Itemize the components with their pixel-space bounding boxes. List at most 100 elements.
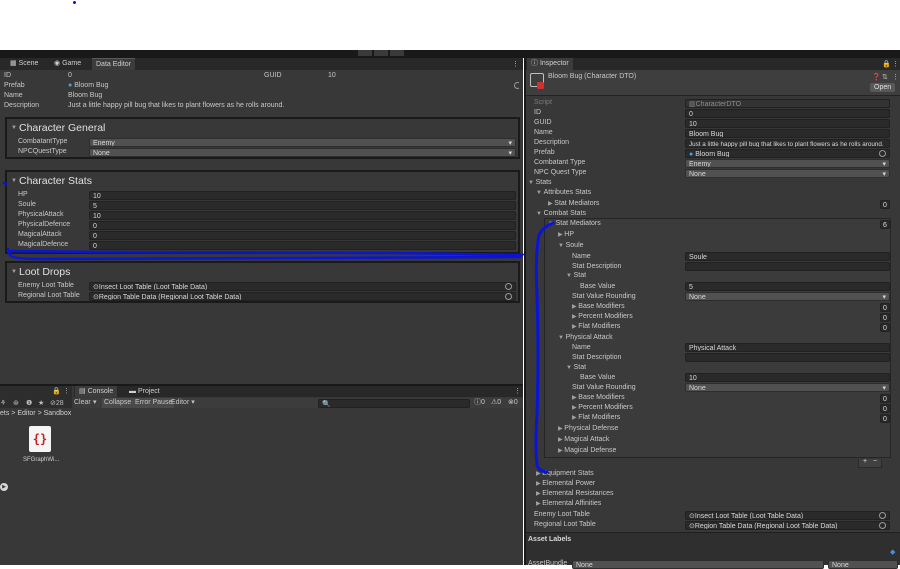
tab-data-editor[interactable]: Data Editor	[92, 58, 136, 70]
physattack-name-field[interactable]: Physical Attack	[685, 343, 890, 352]
soule-rounding-dropdown[interactable]: None ▾	[685, 292, 890, 301]
physattack-flat-modifiers-foldout[interactable]: ▶ Flat Modifiers	[572, 413, 620, 423]
physattack-base-value-field[interactable]: 10	[685, 373, 890, 382]
elemental-resistances-foldout[interactable]: ▶ Elemental Resistances	[536, 489, 613, 499]
console-search-input[interactable]: 🔍	[318, 399, 470, 408]
description-field[interactable]: Just a little happy pill bug that likes …	[685, 139, 890, 148]
tab-game[interactable]: ◉ Game	[50, 58, 85, 70]
object-picker-icon[interactable]	[505, 293, 512, 300]
pause-button[interactable]	[374, 50, 388, 56]
physattack-base-modifiers-foldout[interactable]: ▶ Base Modifiers	[572, 393, 625, 403]
tab-console[interactable]: ▤ Console	[75, 386, 118, 397]
soule-base-modifiers-foldout[interactable]: ▶ Base Modifiers	[572, 302, 625, 312]
magical-attack-foldout[interactable]: ▶ Magical Attack	[558, 435, 609, 445]
warning-count-toggle[interactable]: ⚠0	[491, 398, 501, 408]
stats-foldout[interactable]: ▼ Stats	[528, 178, 552, 188]
asset-item[interactable]: {} SFGraphWi...	[23, 425, 59, 465]
foldout-arrow-icon[interactable]: ▼	[11, 269, 17, 275]
prefab-field[interactable]: ● Bloom Bug	[68, 81, 108, 91]
soule-base-value-field[interactable]: 5	[685, 282, 890, 291]
step-button[interactable]	[390, 50, 404, 56]
tab-inspector[interactable]: ⓘ Inspector	[527, 58, 573, 70]
play-button[interactable]	[358, 50, 372, 56]
collapse-button[interactable]: Collapse	[102, 398, 134, 408]
inspector-tabbar	[526, 58, 900, 70]
clear-dropdown-icon[interactable]: ▾	[93, 398, 97, 408]
physattack-base-modifiers-count[interactable]: 0	[880, 394, 890, 403]
physattack-stat-foldout[interactable]: ▼ Stat	[566, 363, 586, 373]
project-tools-icon[interactable]: ⚘	[0, 399, 6, 407]
clear-button[interactable]: Clear	[74, 398, 91, 408]
lock-icon[interactable]: 🔒	[882, 60, 891, 68]
tab-scene[interactable]: ▦ Scene	[6, 58, 42, 70]
remove-element-button[interactable]: −	[873, 458, 877, 465]
physattack-flat-modifiers-count[interactable]: 0	[880, 414, 890, 423]
physical-attack-foldout[interactable]: ▼ Physical Attack	[558, 333, 613, 343]
attr-stat-mediators-foldout[interactable]: ▶ Stat Mediators	[548, 199, 599, 209]
more-options-icon[interactable]: ⋮	[63, 387, 70, 395]
more-options-icon[interactable]: ⋮	[514, 387, 521, 395]
object-picker-icon[interactable]	[879, 522, 886, 529]
prefab-field[interactable]: ● Bloom Bug	[685, 149, 890, 158]
help-icon[interactable]: ❓	[872, 73, 881, 81]
guid-field[interactable]: 10	[685, 119, 890, 128]
combatant-type-dropdown[interactable]: Enemy ▾	[685, 159, 890, 168]
star-icon[interactable]: ★	[38, 399, 44, 407]
regional-loot-table-field[interactable]: ⊙Region Table Data (Regional Loot Table …	[89, 292, 516, 301]
editor-dropdown[interactable]: Editor ▾	[171, 398, 195, 408]
object-picker-icon[interactable]	[879, 150, 886, 157]
label-tag-icon[interactable]: ◆	[890, 548, 895, 556]
object-picker-icon[interactable]	[514, 82, 519, 89]
more-options-icon[interactable]: ⋮	[512, 60, 519, 68]
more-options-icon[interactable]: ⋮	[892, 60, 899, 68]
soule-flat-modifiers-count[interactable]: 0	[880, 323, 890, 332]
object-picker-icon[interactable]	[505, 283, 512, 290]
error-count-toggle[interactable]: ⊗0	[508, 398, 518, 408]
filter-icon[interactable]: ⊛	[13, 399, 19, 407]
elemental-affinities-foldout[interactable]: ▶ Elemental Affinities	[536, 499, 601, 509]
soule-percent-modifiers-count[interactable]: 0	[880, 313, 890, 322]
soule-description-field[interactable]	[685, 262, 890, 271]
attr-mediators-count[interactable]: 0	[880, 200, 890, 209]
chevron-down-icon: ▾	[882, 294, 886, 301]
name-field[interactable]: Bloom Bug	[685, 129, 890, 138]
error-pause-button[interactable]: Error Pause	[133, 398, 175, 408]
soule-stat-foldout[interactable]: ▼ Stat	[566, 271, 586, 281]
foldout-arrow-icon[interactable]: ▼	[11, 125, 17, 131]
game-icon: ◉	[54, 60, 63, 67]
attributes-stats-foldout[interactable]: ▼ Attributes Stats	[536, 188, 591, 198]
open-button[interactable]: Open	[870, 83, 896, 92]
script-asset-icon: {}	[29, 426, 51, 452]
id-field[interactable]: 0	[685, 109, 890, 118]
npc-quest-type-dropdown[interactable]: None ▾	[685, 169, 890, 178]
lock-icon[interactable]: 🔒	[52, 387, 61, 395]
more-options-icon[interactable]: ⋮	[892, 73, 899, 81]
soule-name-field[interactable]: Soule	[685, 252, 890, 261]
physattack-description-field[interactable]	[685, 353, 890, 362]
add-element-button[interactable]: +	[863, 458, 867, 465]
tab-project[interactable]: ▬ Project	[125, 386, 164, 397]
combat-mediators-count[interactable]: 6	[880, 220, 890, 229]
object-picker-icon[interactable]	[879, 512, 886, 519]
physattack-percent-modifiers-foldout[interactable]: ▶ Percent Modifiers	[572, 403, 633, 413]
play-circle-icon[interactable]: ▶	[0, 483, 8, 491]
enemy-loot-table-field[interactable]: ⊙Insect Loot Table (Loot Table Data)	[685, 511, 890, 520]
enemy-loot-table-field[interactable]: ⊙Insect Loot Table (Loot Table Data)	[89, 282, 516, 291]
settings-icon[interactable]: ⇅	[882, 73, 888, 81]
regional-loot-table-field[interactable]: ⊙Region Table Data (Regional Loot Table …	[685, 521, 890, 530]
physical-defense-foldout[interactable]: ▶ Physical Defense	[558, 424, 618, 434]
soule-percent-modifiers-foldout[interactable]: ▶ Percent Modifiers	[572, 312, 633, 322]
physattack-rounding-dropdown[interactable]: None ▾	[685, 383, 890, 392]
elemental-power-foldout[interactable]: ▶ Elemental Power	[536, 479, 595, 489]
soule-base-modifiers-count[interactable]: 0	[880, 303, 890, 312]
layers-icon[interactable]: ⊘28	[50, 399, 64, 407]
error-badge-icon	[537, 82, 544, 89]
soule-flat-modifiers-foldout[interactable]: ▶ Flat Modifiers	[572, 322, 620, 332]
magical-defense-foldout[interactable]: ▶ Magical Defense	[558, 446, 616, 456]
physattack-percent-modifiers-count[interactable]: 0	[880, 404, 890, 413]
section-title: Character General	[19, 122, 106, 134]
npc-quest-type-dropdown[interactable]: None ▾	[89, 148, 516, 157]
info-icon[interactable]: ❶	[26, 399, 32, 407]
combatant-type-dropdown[interactable]: Enemy ▾	[89, 138, 516, 147]
info-count-toggle[interactable]: ⓘ0	[474, 398, 485, 408]
